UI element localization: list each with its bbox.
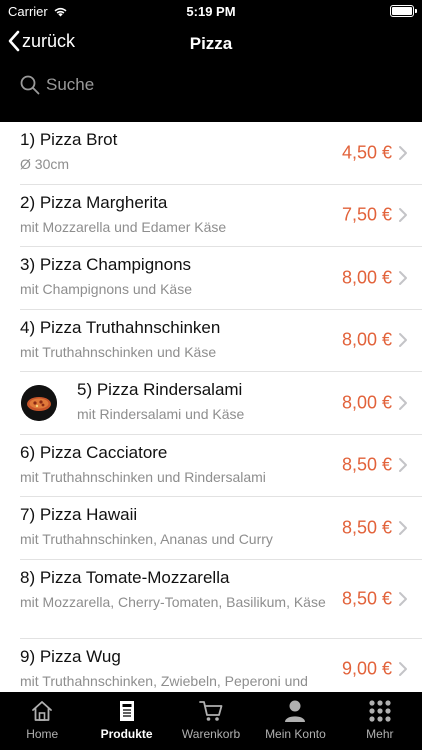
product-description: mit Champignons und Käse <box>20 281 192 297</box>
search-icon <box>20 75 40 95</box>
product-description: mit Truthahnschinken und Käse <box>20 343 217 360</box>
product-name: 1) Pizza Brot <box>20 130 118 149</box>
chevron-right-icon <box>399 458 407 473</box>
product-description: mit Mozzarella, Cherry-Tomaten, Basiliku… <box>20 593 326 610</box>
back-label: zurück <box>22 30 76 51</box>
menu-card-icon <box>119 701 134 721</box>
tab-label: Produkte <box>100 727 153 741</box>
product-description: mit Truthahnschinken, Zwiebeln, Peperoni… <box>20 672 308 689</box>
back-button[interactable]: zurück <box>8 30 75 52</box>
product-description: mit Rindersalami und Käse <box>77 406 245 422</box>
product-list: 1) Pizza Brot Ø 30cm 4,50 € 2) Pizza Mar… <box>0 122 422 692</box>
chevron-left-icon <box>8 30 20 52</box>
chevron-right-icon <box>399 591 407 606</box>
user-icon <box>285 700 306 722</box>
tab-home[interactable]: Home <box>0 692 84 750</box>
product-name: 4) Pizza Truthahnschinken <box>20 317 221 337</box>
tab-label: Mein Konto <box>265 727 326 741</box>
product-price: 8,50 € <box>341 588 392 608</box>
product-name: 8) Pizza Tomate-Mozzarella <box>20 567 230 587</box>
product-row[interactable]: 8) Pizza Tomate-Mozzarella mit Mozzarell… <box>20 560 422 639</box>
product-row[interactable]: 4) Pizza Truthahnschinken mit Truthahnsc… <box>20 310 422 372</box>
product-price: 8,00 € <box>341 329 392 350</box>
product-price: 7,50 € <box>341 204 392 225</box>
chevron-right-icon <box>399 145 407 160</box>
tab-label: Warenkorb <box>181 727 241 741</box>
product-price: 8,50 € <box>341 517 392 538</box>
product-name: 6) Pizza Cacciatore <box>20 442 168 462</box>
product-row[interactable]: 5) Pizza Rindersalami mit Rindersalami u… <box>20 372 422 435</box>
pizza-thumbnail <box>21 385 57 421</box>
chevron-right-icon <box>399 395 407 410</box>
chevron-right-icon <box>399 333 407 348</box>
search-input[interactable] <box>46 75 366 95</box>
tab-warenkorb[interactable]: Warenkorb <box>169 692 253 750</box>
product-row[interactable]: 1) Pizza Brot Ø 30cm 4,50 € <box>20 122 422 185</box>
product-row[interactable]: 9) Pizza Wug mit Truthahnschinken, Zwieb… <box>20 639 422 693</box>
cart-icon <box>199 701 223 721</box>
battery-icon <box>390 5 417 17</box>
product-row[interactable]: 3) Pizza Champignons mit Champignons und… <box>20 247 422 310</box>
chevron-right-icon <box>399 520 407 535</box>
product-name: 7) Pizza Hawaii <box>20 505 138 524</box>
search-bar[interactable] <box>20 70 402 100</box>
tab-mehr[interactable]: Mehr <box>338 692 422 750</box>
product-price: 8,00 € <box>341 267 392 288</box>
status-time: 5:19 PM <box>186 4 236 19</box>
chevron-right-icon <box>399 270 407 285</box>
tab-label: Home <box>26 727 59 741</box>
status-bar: Carrier 5:19 PM <box>0 0 422 24</box>
product-price: 8,00 € <box>341 392 392 413</box>
tab-produkte[interactable]: Produkte <box>84 692 168 750</box>
product-description: Ø 30cm <box>20 156 70 172</box>
product-price: 4,50 € <box>341 142 392 163</box>
product-name: 2) Pizza Margherita <box>20 192 168 212</box>
tab-mein-konto[interactable]: Mein Konto <box>253 692 337 750</box>
product-price: 9,00 € <box>341 658 392 679</box>
product-description: mit Mozzarella und Edamer Käse <box>20 218 227 235</box>
product-name: 5) Pizza Rindersalami <box>77 380 243 399</box>
tab-label: Mehr <box>366 727 394 741</box>
product-price: 8,50 € <box>341 454 392 475</box>
product-row[interactable]: 7) Pizza Hawaii mit Truthahnschinken, An… <box>20 497 422 560</box>
navigation-bar: zurück Pizza <box>0 26 422 62</box>
product-description: mit Truthahnschinken und Rindersalami <box>20 468 266 485</box>
product-name: 3) Pizza Champignons <box>20 255 192 274</box>
product-row[interactable]: 2) Pizza Margherita mit Mozzarella und E… <box>20 185 422 247</box>
product-row[interactable]: 6) Pizza Cacciatore mit Truthahnschinken… <box>20 435 422 497</box>
product-description: mit Truthahnschinken, Ananas und Curry <box>20 531 273 547</box>
chevron-right-icon <box>399 662 407 677</box>
product-name: 9) Pizza Wug <box>20 646 121 666</box>
top-bar: Carrier 5:19 PM zurück Pizza <box>0 0 422 122</box>
grid-dots-icon <box>369 700 391 722</box>
chevron-right-icon <box>399 208 407 223</box>
home-icon <box>32 701 53 721</box>
tab-bar: Home Produkte Warenkorb Mein Konto Mehr <box>0 692 422 750</box>
